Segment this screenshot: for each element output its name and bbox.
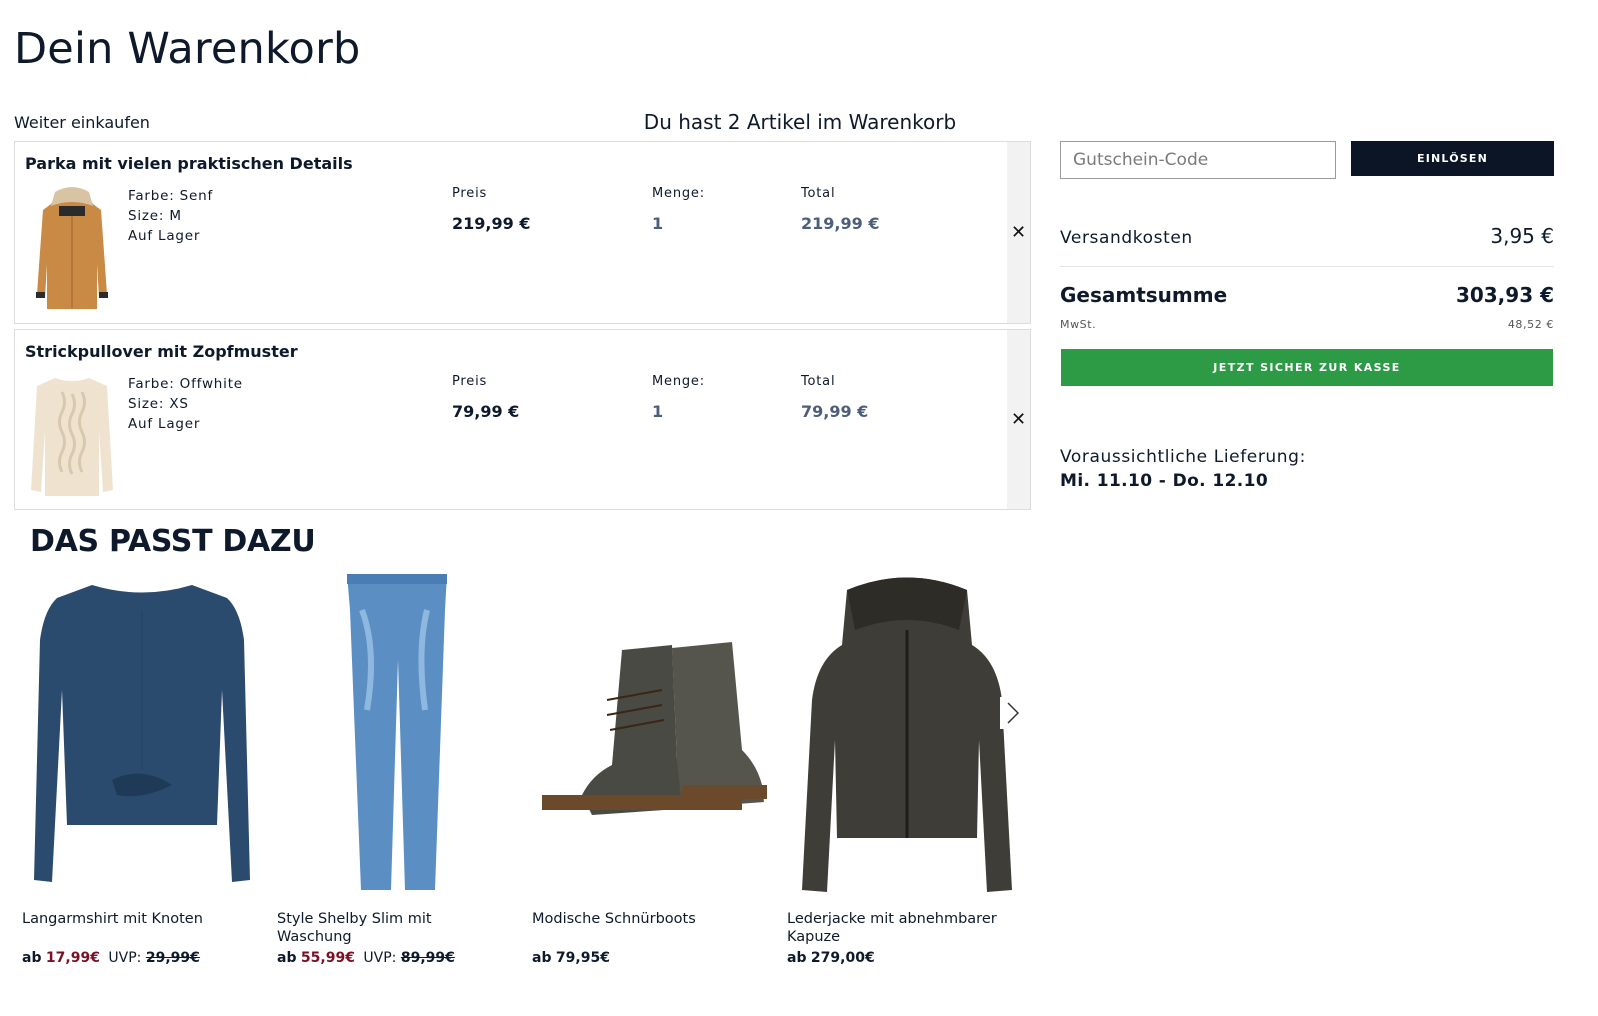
remove-column: ✕ — [1007, 330, 1030, 509]
product-image[interactable] — [532, 570, 772, 900]
product-name[interactable]: Lederjacke mit abnehmbarer Kapuze — [787, 910, 1017, 946]
cart-item-total: 79,99 € — [801, 402, 869, 421]
quantity-label: Menge: — [652, 374, 705, 389]
cart-item-quantity[interactable]: 1 — [652, 214, 663, 233]
cart-item-attributes: Farbe: Senf Size: M Auf Lager — [128, 186, 213, 246]
cart-item-attributes: Farbe: Offwhite Size: XS Auf Lager — [128, 374, 243, 434]
remove-item-icon[interactable]: ✕ — [1011, 410, 1026, 429]
cart-item-count: Du hast 2 Artikel im Warenkorb — [643, 110, 957, 134]
shipping-label: Versandkosten — [1060, 228, 1193, 248]
price-label: Preis — [452, 374, 488, 389]
shipping-value: 3,95 € — [1490, 224, 1554, 248]
product-price: ab 55,99€ UVP: 89,99€ — [277, 950, 455, 966]
product-card[interactable]: Style Shelby Slim mit Waschung ab 55,99€… — [277, 570, 517, 966]
cart-item-image[interactable] — [27, 184, 117, 314]
uvp-label: UVP: — [108, 950, 142, 966]
product-price: ab 79,95€ — [532, 950, 610, 966]
cart-item-color: Farbe: Offwhite — [128, 376, 243, 392]
cart-item-size: Size: M — [128, 208, 182, 224]
price: 279,00€ — [810, 950, 875, 966]
product-name[interactable]: Style Shelby Slim mit Waschung — [277, 910, 507, 946]
delivery-label: Voraussichtliche Lieferung: — [1060, 447, 1306, 467]
vat-row: MwSt. 48,52 € — [1060, 318, 1554, 331]
cart-item-price: 219,99 € — [452, 214, 531, 233]
coupon-code-input[interactable] — [1060, 141, 1336, 179]
cart-item-price: 79,99 € — [452, 402, 520, 421]
shipping-row: Versandkosten 3,95 € — [1060, 224, 1554, 248]
cart-item-image[interactable] — [27, 372, 117, 502]
old-price: 29,99€ — [145, 950, 200, 966]
product-card[interactable]: Langarmshirt mit Knoten ab 17,99€ UVP: 2… — [22, 570, 262, 966]
page-title: Dein Warenkorb — [14, 24, 361, 74]
recommendations-title: DAS PASST DAZU — [30, 524, 316, 559]
delivery-date: Mi. 11.10 - Do. 12.10 — [1060, 471, 1269, 491]
cart-item: Parka mit vielen praktischen Details Far… — [14, 141, 1031, 324]
product-image[interactable] — [22, 570, 262, 900]
price-prefix: ab — [22, 950, 42, 966]
grand-total-value: 303,93 € — [1455, 283, 1554, 307]
sale-price: 17,99€ — [45, 950, 100, 966]
vat-value: 48,52 € — [1507, 318, 1554, 331]
product-name[interactable]: Modische Schnürboots — [532, 910, 762, 928]
chevron-right-icon — [1007, 702, 1020, 724]
product-price: ab 279,00€ — [787, 950, 875, 966]
cart-item-color: Farbe: Senf — [128, 188, 214, 204]
cart-item-name[interactable]: Strickpullover mit Zopfmuster — [25, 342, 298, 361]
product-image[interactable] — [787, 570, 1027, 900]
price-prefix: ab — [277, 950, 297, 966]
vat-label: MwSt. — [1060, 318, 1097, 331]
remove-column: ✕ — [1007, 142, 1030, 323]
summary-divider — [1060, 266, 1554, 267]
cart-item-total: 219,99 € — [801, 214, 880, 233]
price: 79,95€ — [555, 950, 610, 966]
continue-shopping-link[interactable]: Weiter einkaufen — [14, 113, 150, 132]
redeem-coupon-button[interactable]: EINLÖSEN — [1351, 141, 1554, 176]
total-label: Total — [801, 186, 836, 201]
cart-item-stock: Auf Lager — [128, 416, 201, 432]
cart-item-size: Size: XS — [128, 396, 189, 412]
cart-item: Strickpullover mit Zopfmuster Farbe: Off… — [14, 329, 1031, 510]
price-label: Preis — [452, 186, 488, 201]
product-card[interactable]: Lederjacke mit abnehmbarer Kapuze ab 279… — [787, 570, 1027, 966]
total-label: Total — [801, 374, 836, 389]
sale-price: 55,99€ — [300, 950, 355, 966]
product-name[interactable]: Langarmshirt mit Knoten — [22, 910, 252, 928]
old-price: 89,99€ — [400, 950, 455, 966]
checkout-button[interactable]: JETZT SICHER ZUR KASSE — [1061, 349, 1553, 386]
product-card[interactable]: Modische Schnürboots ab 79,95€ — [532, 570, 772, 966]
grand-total-label: Gesamtsumme — [1060, 283, 1228, 307]
remove-item-icon[interactable]: ✕ — [1011, 223, 1026, 242]
cart-item-stock: Auf Lager — [128, 228, 201, 244]
cart-item-name[interactable]: Parka mit vielen praktischen Details — [25, 154, 353, 173]
uvp-label: UVP: — [363, 950, 397, 966]
quantity-label: Menge: — [652, 186, 705, 201]
product-image[interactable] — [277, 570, 517, 900]
price-prefix: ab — [787, 950, 807, 966]
grand-total-row: Gesamtsumme 303,93 € — [1060, 283, 1554, 307]
cart-item-quantity[interactable]: 1 — [652, 402, 663, 421]
price-prefix: ab — [532, 950, 552, 966]
carousel-next-button[interactable] — [1000, 697, 1026, 729]
product-price: ab 17,99€ UVP: 29,99€ — [22, 950, 200, 966]
